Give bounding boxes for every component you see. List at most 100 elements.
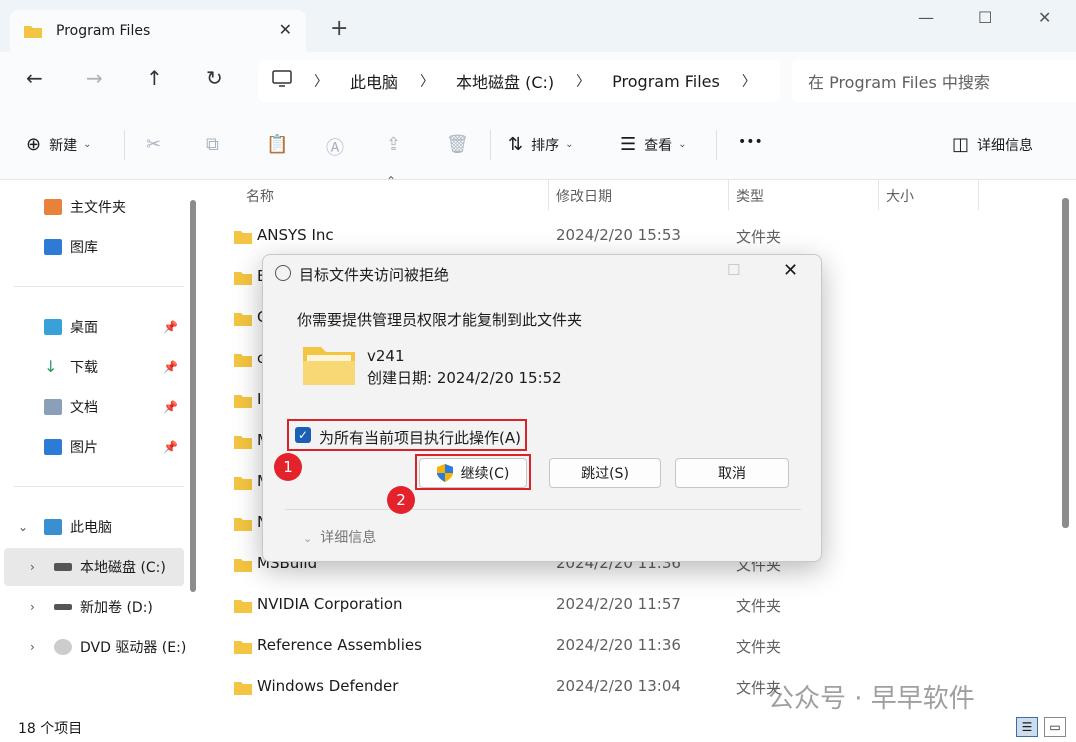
sidebar-item-desktop[interactable]: 桌面 📌 — [0, 308, 190, 346]
folder-icon — [234, 231, 252, 244]
toolbar-divider — [490, 130, 491, 160]
continue-button[interactable]: 继续(C) — [419, 458, 527, 488]
folder-icon — [234, 600, 252, 613]
sidebar-item-label: 文档 — [70, 400, 98, 416]
tab-title: Program Files — [56, 23, 151, 39]
file-row[interactable]: ANSYS Inc 2024/2/20 15:53 文件夹 — [230, 218, 1010, 258]
close-button[interactable]: ✕ — [1038, 8, 1051, 27]
chevron-right-icon[interactable]: › — [30, 640, 35, 654]
navigation-pane: 主文件夹 图库 桌面 📌 ↓ 下载 📌 文档 📌 图片 📌 ⌄ 此电脑 › 本地… — [0, 180, 200, 712]
download-icon: ↓ — [44, 357, 58, 376]
breadcrumb-expand[interactable]: 〉 — [742, 71, 756, 91]
column-divider[interactable] — [728, 180, 729, 210]
folder-icon — [234, 559, 252, 572]
pin-icon[interactable]: 📌 — [163, 440, 178, 454]
sidebar-scrollbar[interactable] — [190, 200, 196, 592]
sidebar-item-home[interactable]: 主文件夹 — [0, 188, 190, 226]
documents-icon — [44, 399, 62, 415]
forward-icon[interactable]: → — [86, 66, 103, 90]
minimize-button[interactable]: — — [918, 8, 934, 27]
item-count: 18 个项目 — [18, 721, 83, 737]
file-row[interactable]: Reference Assemblies 2024/2/20 11:36 文件夹 — [230, 628, 1010, 668]
column-header-type[interactable]: 类型 — [736, 186, 764, 206]
pin-icon[interactable]: 📌 — [163, 320, 178, 334]
cancel-button[interactable]: 取消 — [675, 458, 789, 488]
tiles-view-icon[interactable]: ▭ — [1044, 717, 1066, 737]
sidebar-item-dvd-drive[interactable]: › DVD 驱动器 (E:) — [0, 628, 190, 666]
chevron-down-icon[interactable]: ⌄ — [18, 520, 28, 534]
toolbar-divider — [716, 130, 717, 160]
step-marker-1: 1 — [274, 453, 302, 481]
up-icon[interactable]: ↑ — [146, 66, 163, 90]
sort-ascending-icon: ⌃ — [386, 174, 397, 188]
breadcrumb-program-files[interactable]: Program Files — [612, 72, 720, 91]
file-name: ANSYS Inc — [257, 226, 334, 244]
sidebar-item-pictures[interactable]: 图片 📌 — [0, 428, 190, 466]
address-bar[interactable]: 〉 此电脑 〉 本地磁盘 (C:) 〉 Program Files 〉 — [258, 60, 780, 102]
file-row[interactable]: NVIDIA Corporation 2024/2/20 11:57 文件夹 — [230, 587, 1010, 627]
column-divider[interactable] — [548, 180, 549, 210]
details-view-icon[interactable]: ☰ — [1016, 717, 1038, 737]
tab-program-files[interactable]: Program Files ✕ — [10, 10, 306, 52]
new-button[interactable]: ⊕ 新建 ⌄ — [26, 134, 91, 155]
apply-to-all-label[interactable]: 为所有当前项目执行此操作(A) — [319, 427, 521, 448]
sidebar-item-downloads[interactable]: ↓ 下载 📌 — [0, 348, 190, 386]
more-details-toggle[interactable]: ⌄ 详细信息 — [303, 527, 376, 547]
breadcrumb-this-pc[interactable]: 此电脑 — [350, 69, 398, 93]
refresh-icon[interactable]: ↻ — [206, 66, 223, 90]
folder-icon — [234, 682, 252, 695]
breadcrumb-separator: 〉 — [420, 74, 435, 90]
sidebar-item-this-pc[interactable]: ⌄ 此电脑 — [0, 508, 190, 546]
sidebar-divider — [14, 486, 184, 487]
sidebar-item-label: 桌面 — [70, 320, 98, 336]
skip-button[interactable]: 跳过(S) — [549, 458, 661, 488]
view-button[interactable]: ☰ 查看 ⌄ — [620, 134, 687, 155]
file-type: 文件夹 — [736, 597, 782, 615]
watermark: 公众号 · 早早软件 — [768, 684, 975, 714]
sort-button[interactable]: ⇅ 排序 ⌄ — [508, 134, 573, 155]
share-icon[interactable]: ⇪ — [386, 134, 401, 155]
tab-close-icon[interactable]: ✕ — [279, 20, 292, 39]
new-label: 新建 — [49, 137, 78, 154]
chevron-down-icon: ⌄ — [83, 139, 92, 150]
cut-icon[interactable]: ✂ — [146, 134, 161, 155]
column-divider[interactable] — [878, 180, 879, 210]
chevron-right-icon[interactable]: › — [30, 560, 35, 574]
column-header-size[interactable]: 大小 — [886, 186, 914, 206]
pin-icon[interactable]: 📌 — [163, 360, 178, 374]
more-options-icon[interactable]: ••• — [738, 134, 763, 150]
breadcrumb-local-disk[interactable]: 本地磁盘 (C:) — [456, 69, 554, 93]
sidebar-item-local-disk[interactable]: › 本地磁盘 (C:) — [4, 548, 184, 586]
sidebar-item-gallery[interactable]: 图库 — [0, 228, 190, 266]
continue-label: 继续(C) — [460, 466, 510, 482]
sidebar-item-label: DVD 驱动器 (E:) — [80, 640, 187, 656]
details-pane-button[interactable]: ◫ 详细信息 — [952, 134, 1033, 155]
dialog-divider — [285, 509, 801, 510]
paste-icon[interactable]: 📋 — [266, 134, 288, 155]
maximize-button[interactable]: ☐ — [978, 8, 992, 27]
folder-created-date: 创建日期: 2024/2/20 15:52 — [367, 369, 562, 387]
column-header-modified[interactable]: 修改日期 — [556, 186, 612, 206]
chevron-right-icon[interactable]: › — [30, 600, 35, 614]
dialog-maximize-button: ☐ — [727, 261, 741, 279]
rename-icon[interactable]: Ⓐ — [326, 134, 344, 160]
file-modified-date: 2024/2/20 11:57 — [556, 595, 681, 613]
dialog-close-button[interactable]: ✕ — [783, 260, 798, 281]
pin-icon[interactable]: 📌 — [163, 400, 178, 414]
delete-icon[interactable]: 🗑 — [446, 134, 469, 155]
sidebar-item-documents[interactable]: 文档 📌 — [0, 388, 190, 426]
more-details-label: 详细信息 — [320, 530, 377, 546]
file-name: NVIDIA Corporation — [257, 595, 403, 613]
column-header-name[interactable]: 名称 — [246, 186, 274, 206]
file-list-scrollbar[interactable] — [1062, 198, 1069, 528]
toolbar-divider — [124, 130, 125, 160]
folder-icon — [234, 436, 252, 449]
apply-to-all-checkbox[interactable]: ✓ — [295, 427, 311, 443]
copy-icon[interactable]: ⧉ — [206, 134, 219, 155]
search-input[interactable]: 在 Program Files 中搜索 — [792, 60, 1076, 102]
sidebar-item-new-volume[interactable]: › 新加卷 (D:) — [0, 588, 190, 626]
column-divider[interactable] — [978, 180, 979, 210]
back-icon[interactable]: ← — [26, 66, 43, 90]
sidebar-item-label: 下载 — [70, 360, 98, 376]
new-tab-button[interactable]: + — [330, 18, 348, 40]
